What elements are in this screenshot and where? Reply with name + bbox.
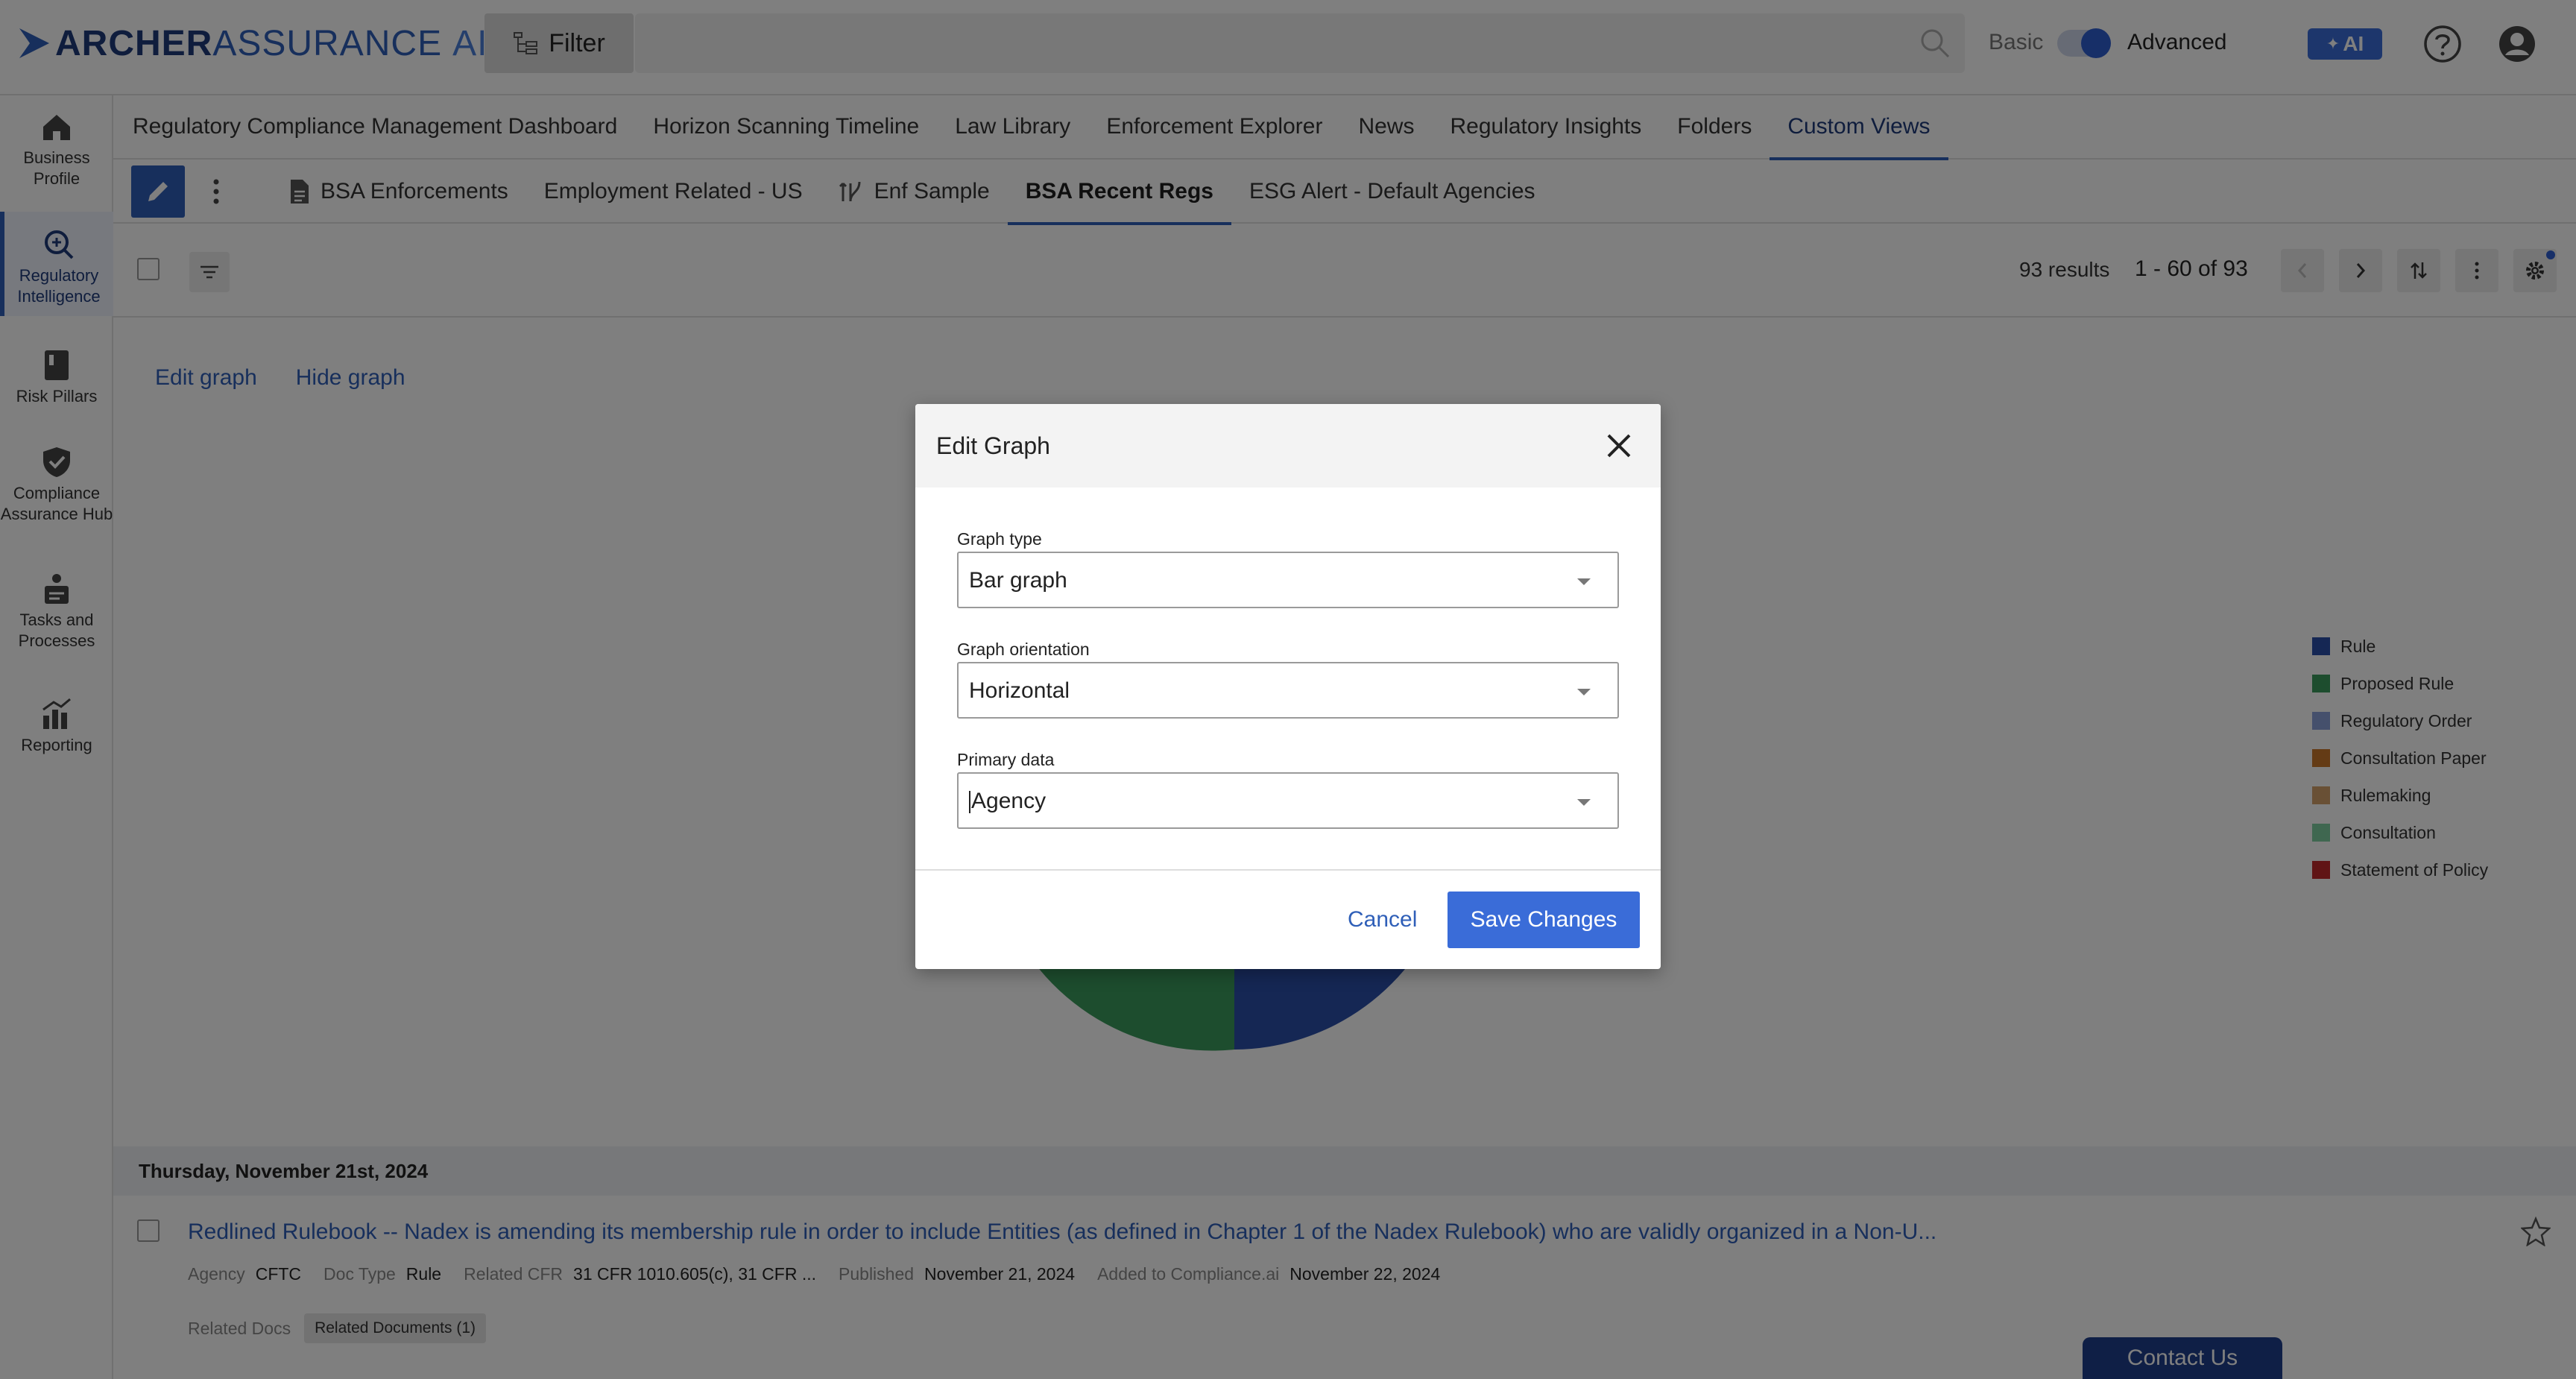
chevron-down-icon [1577,689,1591,695]
primary-data-select[interactable]: Agency [957,772,1619,829]
graph-orientation-select[interactable]: Horizontal [957,662,1619,719]
dialog-header: Edit Graph [915,404,1661,487]
primary-data-label: Primary data [957,750,1055,769]
primary-data-value-wrap: Agency [969,789,1046,814]
primary-data-value: Agency [971,789,1046,813]
close-icon[interactable] [1604,431,1634,461]
cancel-button[interactable]: Cancel [1336,892,1429,948]
graph-type-label: Graph type [957,529,1042,549]
save-changes-button[interactable]: Save Changes [1448,892,1640,948]
edit-graph-dialog: Edit Graph Graph type Bar graph Graph or… [915,404,1661,969]
dialog-divider [915,869,1661,871]
text-cursor [969,791,970,814]
graph-type-select[interactable]: Bar graph [957,552,1619,608]
dialog-title: Edit Graph [936,432,1050,459]
graph-orientation-label: Graph orientation [957,640,1090,659]
graph-orientation-value: Horizontal [969,678,1070,703]
graph-type-value: Bar graph [969,568,1067,593]
chevron-down-icon [1577,799,1591,806]
chevron-down-icon [1577,578,1591,585]
